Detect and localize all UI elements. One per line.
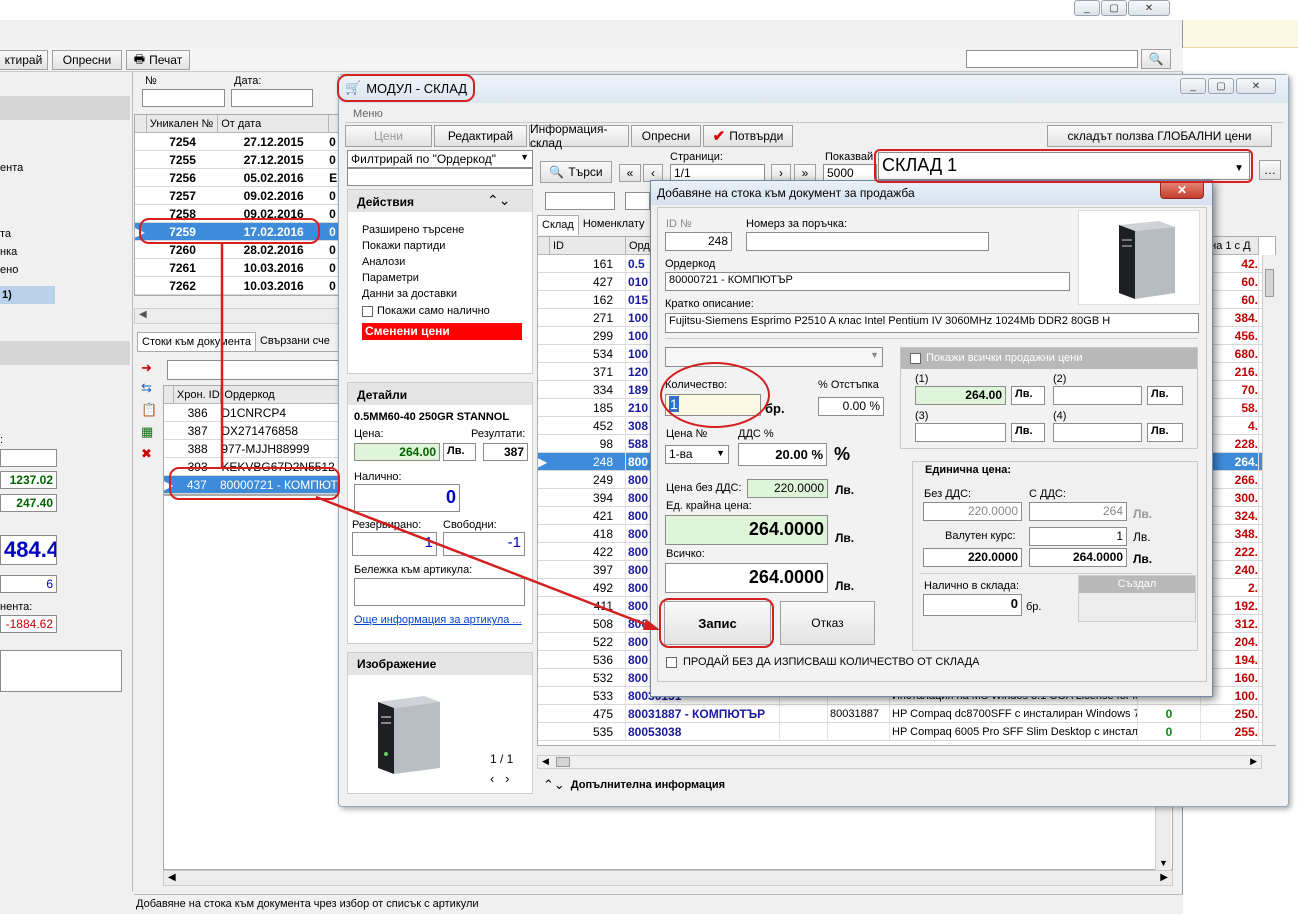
annotation-arrows <box>220 244 660 630</box>
